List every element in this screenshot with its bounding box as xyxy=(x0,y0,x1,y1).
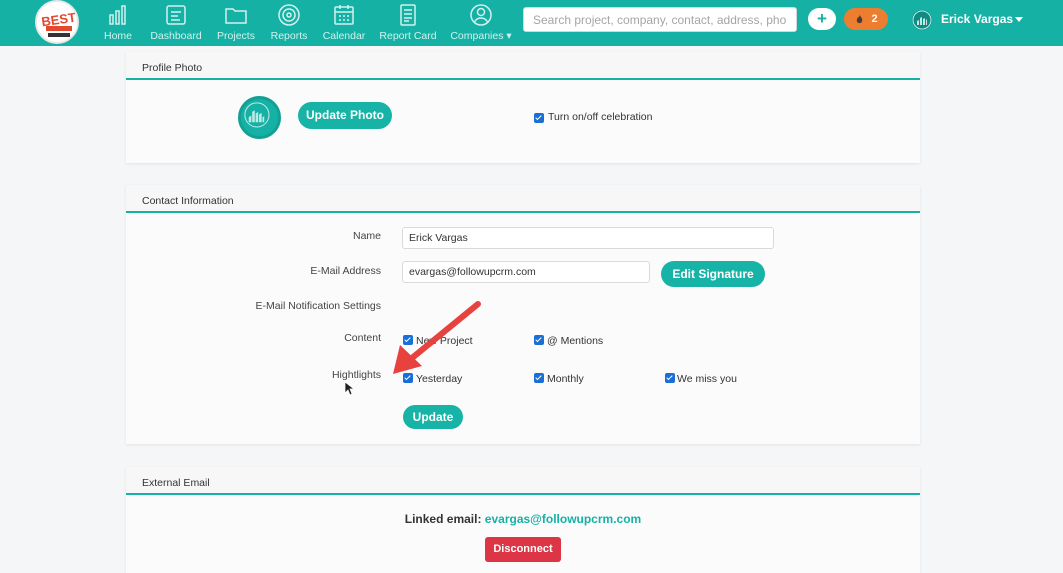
profile-photo-title: Profile Photo xyxy=(126,52,920,80)
target-icon xyxy=(278,4,300,26)
name-field[interactable] xyxy=(402,227,774,249)
monthly-checkbox[interactable] xyxy=(534,373,544,383)
celebration-label: Turn on/off celebration xyxy=(548,111,653,123)
celebration-checkbox[interactable] xyxy=(534,113,544,123)
external-email-card: External Email Linked email: evargas@fol… xyxy=(126,467,920,573)
nav-dashboard[interactable]: Dashboard xyxy=(150,3,202,43)
dashboard-icon xyxy=(166,5,186,25)
edit-signature-button[interactable]: Edit Signature xyxy=(661,261,765,287)
contact-information-card: Contact Information Name E-Mail Address … xyxy=(126,185,920,444)
linked-email-value: evargas@followupcrm.com xyxy=(484,512,642,526)
update-photo-button[interactable]: Update Photo xyxy=(298,102,392,129)
name-label: Name xyxy=(352,230,381,242)
chevron-down-icon[interactable] xyxy=(1015,17,1023,22)
notifications-button[interactable]: 2 xyxy=(844,8,888,30)
content-label: Content xyxy=(344,332,381,344)
user-circle-icon xyxy=(470,4,492,26)
nav-home-label: Home xyxy=(104,30,133,42)
user-menu-name[interactable]: Erick Vargas xyxy=(941,12,1013,26)
email-label: E-Mail Address xyxy=(310,265,381,277)
linked-email-label: Linked email: xyxy=(404,512,482,526)
we-miss-you-label: We miss you xyxy=(677,373,737,385)
user-avatar[interactable] xyxy=(912,10,932,30)
mentions-label: @ Mentions xyxy=(547,335,604,347)
nav-dashboard-label: Dashboard xyxy=(150,30,202,42)
disconnect-button[interactable]: Disconnect xyxy=(485,537,561,562)
nav-companies-label: Companies ▾ xyxy=(450,30,512,42)
nav-report-card-label: Report Card xyxy=(379,30,437,42)
company-logo[interactable]: BEST xyxy=(35,0,79,44)
nav-reports-label: Reports xyxy=(270,30,308,42)
mentions-checkbox[interactable] xyxy=(534,335,544,345)
top-navbar: BEST Home Dashboard Projects Reports Cal… xyxy=(0,0,1063,46)
fire-icon xyxy=(857,14,863,23)
profile-photo-card: Profile Photo Update Photo Turn on/off c… xyxy=(126,52,920,163)
linked-email-line: Linked email: evargas@followupcrm.com xyxy=(126,512,920,526)
add-button[interactable]: + xyxy=(808,8,836,30)
report-card-icon xyxy=(400,4,416,26)
nav-companies[interactable]: Companies ▾ xyxy=(450,3,512,43)
notification-settings-label: E-Mail Notification Settings xyxy=(255,300,381,312)
nav-report-card[interactable]: Report Card xyxy=(379,3,437,43)
folder-icon xyxy=(225,8,247,24)
nav-reports[interactable]: Reports xyxy=(270,3,308,43)
yesterday-label: Yesterday xyxy=(416,373,463,385)
profile-avatar xyxy=(238,96,281,139)
highlights-label: Hightlights xyxy=(331,369,381,381)
update-button[interactable]: Update xyxy=(403,405,463,429)
we-miss-you-checkbox[interactable] xyxy=(665,373,675,383)
search-input[interactable] xyxy=(523,7,797,32)
external-email-title: External Email xyxy=(126,467,920,495)
email-field[interactable] xyxy=(402,261,650,283)
monthly-label: Monthly xyxy=(547,373,584,385)
new-project-label: New Project xyxy=(416,335,473,347)
nav-calendar-label: Calendar xyxy=(322,30,366,42)
yesterday-checkbox[interactable] xyxy=(403,373,413,383)
nav-projects-label: Projects xyxy=(217,30,255,42)
nav-projects[interactable]: Projects xyxy=(217,3,255,43)
contact-information-title: Contact Information xyxy=(126,185,920,213)
new-project-checkbox[interactable] xyxy=(403,335,413,345)
calendar-icon xyxy=(334,5,354,25)
nav-calendar[interactable]: Calendar xyxy=(322,3,366,43)
notification-count: 2 xyxy=(871,13,878,25)
home-icon xyxy=(109,5,126,25)
nav-home[interactable]: Home xyxy=(104,3,132,43)
